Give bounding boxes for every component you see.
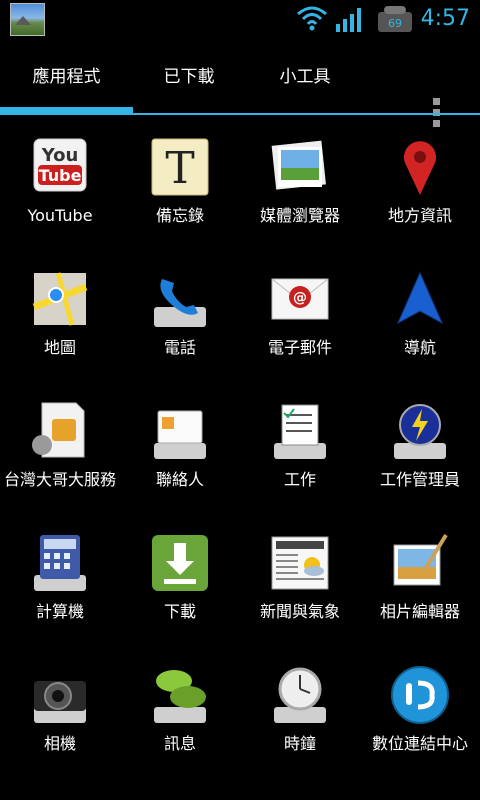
app-label: 工作管理員: [379, 470, 460, 489]
app-maps[interactable]: 地圖: [0, 249, 120, 381]
app-label: 地圖: [43, 338, 76, 357]
clock-time: 4:57: [420, 6, 470, 31]
calculator-icon: [34, 535, 86, 591]
download-icon: [152, 535, 208, 591]
app-downloads[interactable]: 下載: [120, 513, 240, 645]
task-manager-icon: [394, 404, 446, 459]
phone-icon: [154, 279, 206, 327]
app-news-weather[interactable]: 新聞與氣象: [240, 513, 360, 645]
app-youtube[interactable]: You Tube YouTube: [0, 117, 120, 249]
app-grid: You Tube YouTube T 備忘錄 媒體瀏覽器 地方資訊 地圖 電話 …: [0, 117, 480, 800]
tab-widgets[interactable]: 小工具: [245, 38, 365, 116]
clock-icon: [274, 667, 326, 723]
app-places[interactable]: 地方資訊: [360, 117, 480, 249]
tab-bar: 應用程式 已下載 小工具: [0, 38, 480, 127]
status-bar: 69 4:57: [0, 0, 480, 38]
wifi-icon: [297, 6, 327, 31]
app-label: 台灣大哥大服務: [3, 470, 116, 489]
app-label: 電子郵件: [267, 338, 332, 357]
app-task-manager[interactable]: 工作管理員: [360, 381, 480, 513]
app-calculator[interactable]: 計算機: [0, 513, 120, 645]
app-gallery[interactable]: 媒體瀏覽器: [240, 117, 360, 249]
news-weather-icon: [271, 536, 329, 590]
app-label: 下載: [163, 602, 196, 621]
maps-icon: [32, 272, 88, 326]
notepad-icon: T: [151, 138, 209, 196]
app-label: 計算機: [35, 602, 84, 621]
battery-android-icon: 69: [378, 6, 412, 32]
app-navigation[interactable]: 導航: [360, 249, 480, 381]
app-label: 媒體瀏覽器: [259, 206, 340, 225]
app-label: 工作: [283, 470, 316, 489]
app-label: 相機: [43, 734, 76, 753]
app-digital-hub[interactable]: 數位連結中心: [360, 645, 480, 777]
navigation-icon: [396, 271, 444, 325]
svg-text:You: You: [41, 145, 79, 166]
tab-apps[interactable]: 應用程式: [0, 38, 133, 116]
app-label: 相片編輯器: [379, 602, 460, 621]
app-label: 數位連結中心: [371, 734, 468, 753]
app-contacts[interactable]: 聯絡人: [120, 381, 240, 513]
camera-icon: [34, 681, 86, 723]
app-label: 聯絡人: [155, 470, 204, 489]
app-label: 電話: [163, 338, 196, 357]
signal-strength-icon: [336, 8, 361, 32]
app-label: 導航: [403, 338, 436, 357]
app-email[interactable]: @ 電子郵件: [240, 249, 360, 381]
app-label: YouTube: [27, 206, 93, 225]
app-label: 備忘錄: [155, 206, 204, 225]
digital-hub-icon: [391, 666, 449, 724]
messages-icon: [154, 670, 206, 723]
sim-card-icon: [32, 402, 85, 458]
app-phone[interactable]: 電話: [120, 249, 240, 381]
tab-divider: [0, 113, 480, 115]
email-icon: @: [271, 278, 329, 320]
places-icon: [404, 141, 436, 195]
svg-text:Tube: Tube: [39, 166, 82, 185]
app-clock[interactable]: 時鐘: [240, 645, 360, 777]
app-label: 時鐘: [283, 734, 316, 753]
app-camera[interactable]: 相機: [0, 645, 120, 777]
app-memo[interactable]: T 備忘錄: [120, 117, 240, 249]
app-label: 新聞與氣象: [259, 602, 340, 621]
app-photo-editor[interactable]: 相片編輯器: [360, 513, 480, 645]
youtube-icon: You Tube: [33, 138, 87, 192]
tasks-icon: [274, 404, 326, 459]
svg-text:T: T: [165, 143, 194, 194]
app-tasks[interactable]: 工作: [240, 381, 360, 513]
gallery-icon: [271, 140, 326, 190]
app-messages[interactable]: 訊息: [120, 645, 240, 777]
tab-downloaded[interactable]: 已下載: [133, 38, 245, 116]
gallery-notification-icon[interactable]: [10, 3, 45, 36]
app-taiwan-mobile[interactable]: 台灣大哥大服務: [0, 381, 120, 513]
photo-editor-icon: [393, 533, 448, 586]
svg-text:69: 69: [388, 17, 402, 30]
app-label: 訊息: [163, 734, 196, 753]
contacts-icon: [154, 410, 206, 459]
svg-text:@: @: [293, 290, 307, 306]
app-label: 地方資訊: [387, 206, 452, 225]
